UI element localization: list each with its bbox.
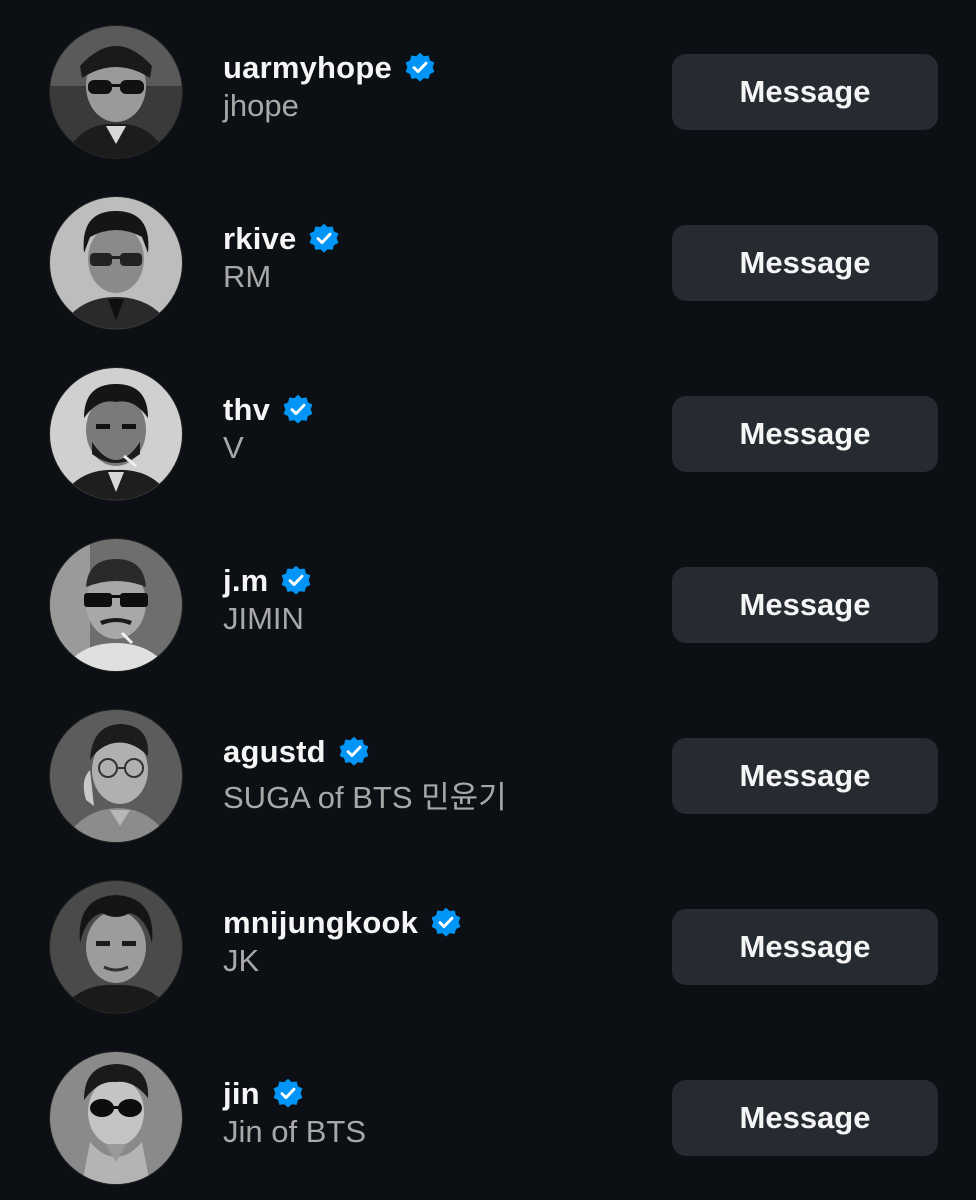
display-name: jhope [223,88,299,123]
handle-line: j.m [223,559,312,603]
avatar[interactable] [50,368,182,500]
list-item[interactable]: mnijungkook JK Message [0,855,976,1026]
message-button[interactable]: Message [672,54,938,130]
verified-badge-icon [280,565,312,597]
message-button[interactable]: Message [672,1080,938,1156]
handle-line: thv [223,388,314,432]
list-item[interactable]: rkive RM Message [0,171,976,342]
verified-badge-icon [430,907,462,939]
avatar[interactable] [50,26,182,158]
message-button[interactable]: Message [672,225,938,301]
user-names: mnijungkook JK [223,901,462,979]
handle-line: uarmyhope [223,46,436,90]
list-item[interactable]: j.m JIMIN Message [0,513,976,684]
user-names: j.m JIMIN [223,559,312,637]
avatar[interactable] [50,710,182,842]
message-button[interactable]: Message [672,738,938,814]
username[interactable]: thv [223,392,270,428]
handle-line: mnijungkook [223,901,462,945]
message-button[interactable]: Message [672,396,938,472]
list-item[interactable]: thv V Message [0,342,976,513]
avatar[interactable] [50,539,182,671]
username[interactable]: mnijungkook [223,905,418,941]
avatar[interactable] [50,1052,182,1184]
avatar[interactable] [50,197,182,329]
username[interactable]: uarmyhope [223,50,392,86]
handle-line: rkive [223,217,340,261]
username[interactable]: rkive [223,221,296,257]
username[interactable]: agustd [223,734,326,770]
display-name: JIMIN [223,601,304,636]
display-name: RM [223,259,272,294]
display-name: JK [223,943,260,978]
display-name: Jin of BTS [223,1114,366,1149]
message-button[interactable]: Message [672,567,938,643]
display-name: SUGA of BTS 민윤기 [223,780,507,815]
user-list: uarmyhope jhope Message rkive RM Message… [0,0,976,1200]
user-names: thv V [223,388,314,466]
user-names: uarmyhope jhope [223,46,436,124]
verified-badge-icon [308,223,340,255]
user-names: rkive RM [223,217,340,295]
username[interactable]: j.m [223,563,268,599]
user-names: agustd SUGA of BTS 민윤기 [223,730,507,817]
message-button[interactable]: Message [672,909,938,985]
verified-badge-icon [272,1078,304,1110]
avatar[interactable] [50,881,182,1013]
handle-line: jin [223,1072,366,1116]
list-item[interactable]: agustd SUGA of BTS 민윤기 Message [0,684,976,855]
list-item[interactable]: jin Jin of BTS Message [0,1026,976,1197]
user-names: jin Jin of BTS [223,1072,366,1150]
handle-line: agustd [223,730,507,774]
display-name: V [223,430,244,465]
verified-badge-icon [404,52,436,84]
username[interactable]: jin [223,1076,260,1112]
list-item[interactable]: uarmyhope jhope Message [0,0,976,171]
verified-badge-icon [338,736,370,768]
verified-badge-icon [282,394,314,426]
